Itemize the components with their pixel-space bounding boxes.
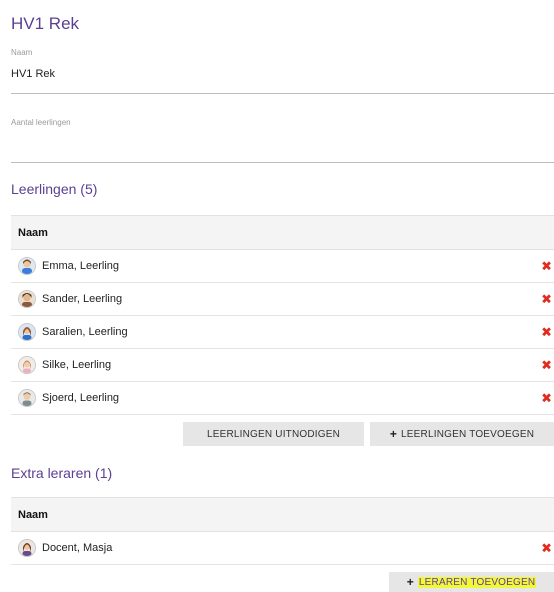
student-avatar-icon [18, 389, 36, 407]
remove-icon[interactable]: ✖ [541, 359, 552, 372]
students-table-header: Naam [11, 215, 554, 250]
remove-icon[interactable]: ✖ [541, 260, 552, 273]
students-table: Naam Emma, Leerling ✖ Sander, Leerling ✖… [11, 215, 554, 415]
table-row: Sjoerd, Leerling ✖ [11, 382, 554, 415]
remove-icon[interactable]: ✖ [541, 392, 552, 405]
name-field[interactable]: HV1 Rek [11, 68, 55, 80]
remove-icon[interactable]: ✖ [541, 293, 552, 306]
remove-icon[interactable]: ✖ [541, 326, 552, 339]
name-field-label: Naam [11, 48, 33, 57]
teacher-name[interactable]: Docent, Masja [42, 542, 112, 554]
plus-icon: + [406, 575, 414, 589]
teachers-table-header: Naam [11, 497, 554, 532]
add-teachers-button[interactable]: + LERAREN TOEVOEGEN [389, 572, 554, 592]
page-title: HV1 Rek [11, 14, 80, 33]
add-students-button[interactable]: + LEERLINGEN TOEVOEGEN [370, 422, 554, 446]
table-row: Docent, Masja ✖ [11, 532, 554, 565]
class-detail-page: HV1 Rek Naam HV1 Rek Aantal leerlingen L… [0, 0, 554, 592]
teachers-table: Naam Docent, Masja ✖ [11, 497, 554, 565]
table-row: Silke, Leerling ✖ [11, 349, 554, 382]
teachers-section-title: Extra leraren (1) [11, 465, 113, 481]
table-row: Saralien, Leerling ✖ [11, 316, 554, 349]
teacher-avatar-icon [18, 539, 36, 557]
table-row: Emma, Leerling ✖ [11, 250, 554, 283]
students-section-title: Leerlingen (5) [11, 181, 98, 197]
column-header-name: Naam [18, 508, 48, 521]
count-field-underline [11, 162, 554, 163]
student-name[interactable]: Emma, Leerling [42, 260, 119, 272]
remove-icon[interactable]: ✖ [541, 542, 552, 555]
student-name[interactable]: Saralien, Leerling [42, 326, 128, 338]
add-students-label: LEERLINGEN TOEVOEGEN [401, 428, 535, 440]
student-avatar-icon [18, 323, 36, 341]
add-teachers-label: LERAREN TOEVOEGEN [417, 576, 537, 588]
invite-students-label: LEERLINGEN UITNODIGEN [206, 428, 341, 440]
plus-icon: + [389, 427, 398, 441]
column-header-name: Naam [18, 226, 48, 239]
student-avatar-icon [18, 356, 36, 374]
student-avatar-icon [18, 257, 36, 275]
student-avatar-icon [18, 290, 36, 308]
count-field-label: Aantal leerlingen [11, 118, 71, 127]
student-name[interactable]: Silke, Leerling [42, 359, 111, 371]
student-name[interactable]: Sjoerd, Leerling [42, 392, 119, 404]
table-row: Sander, Leerling ✖ [11, 283, 554, 316]
name-field-underline [11, 93, 554, 94]
student-name[interactable]: Sander, Leerling [42, 293, 122, 305]
invite-students-button[interactable]: LEERLINGEN UITNODIGEN [183, 422, 364, 446]
